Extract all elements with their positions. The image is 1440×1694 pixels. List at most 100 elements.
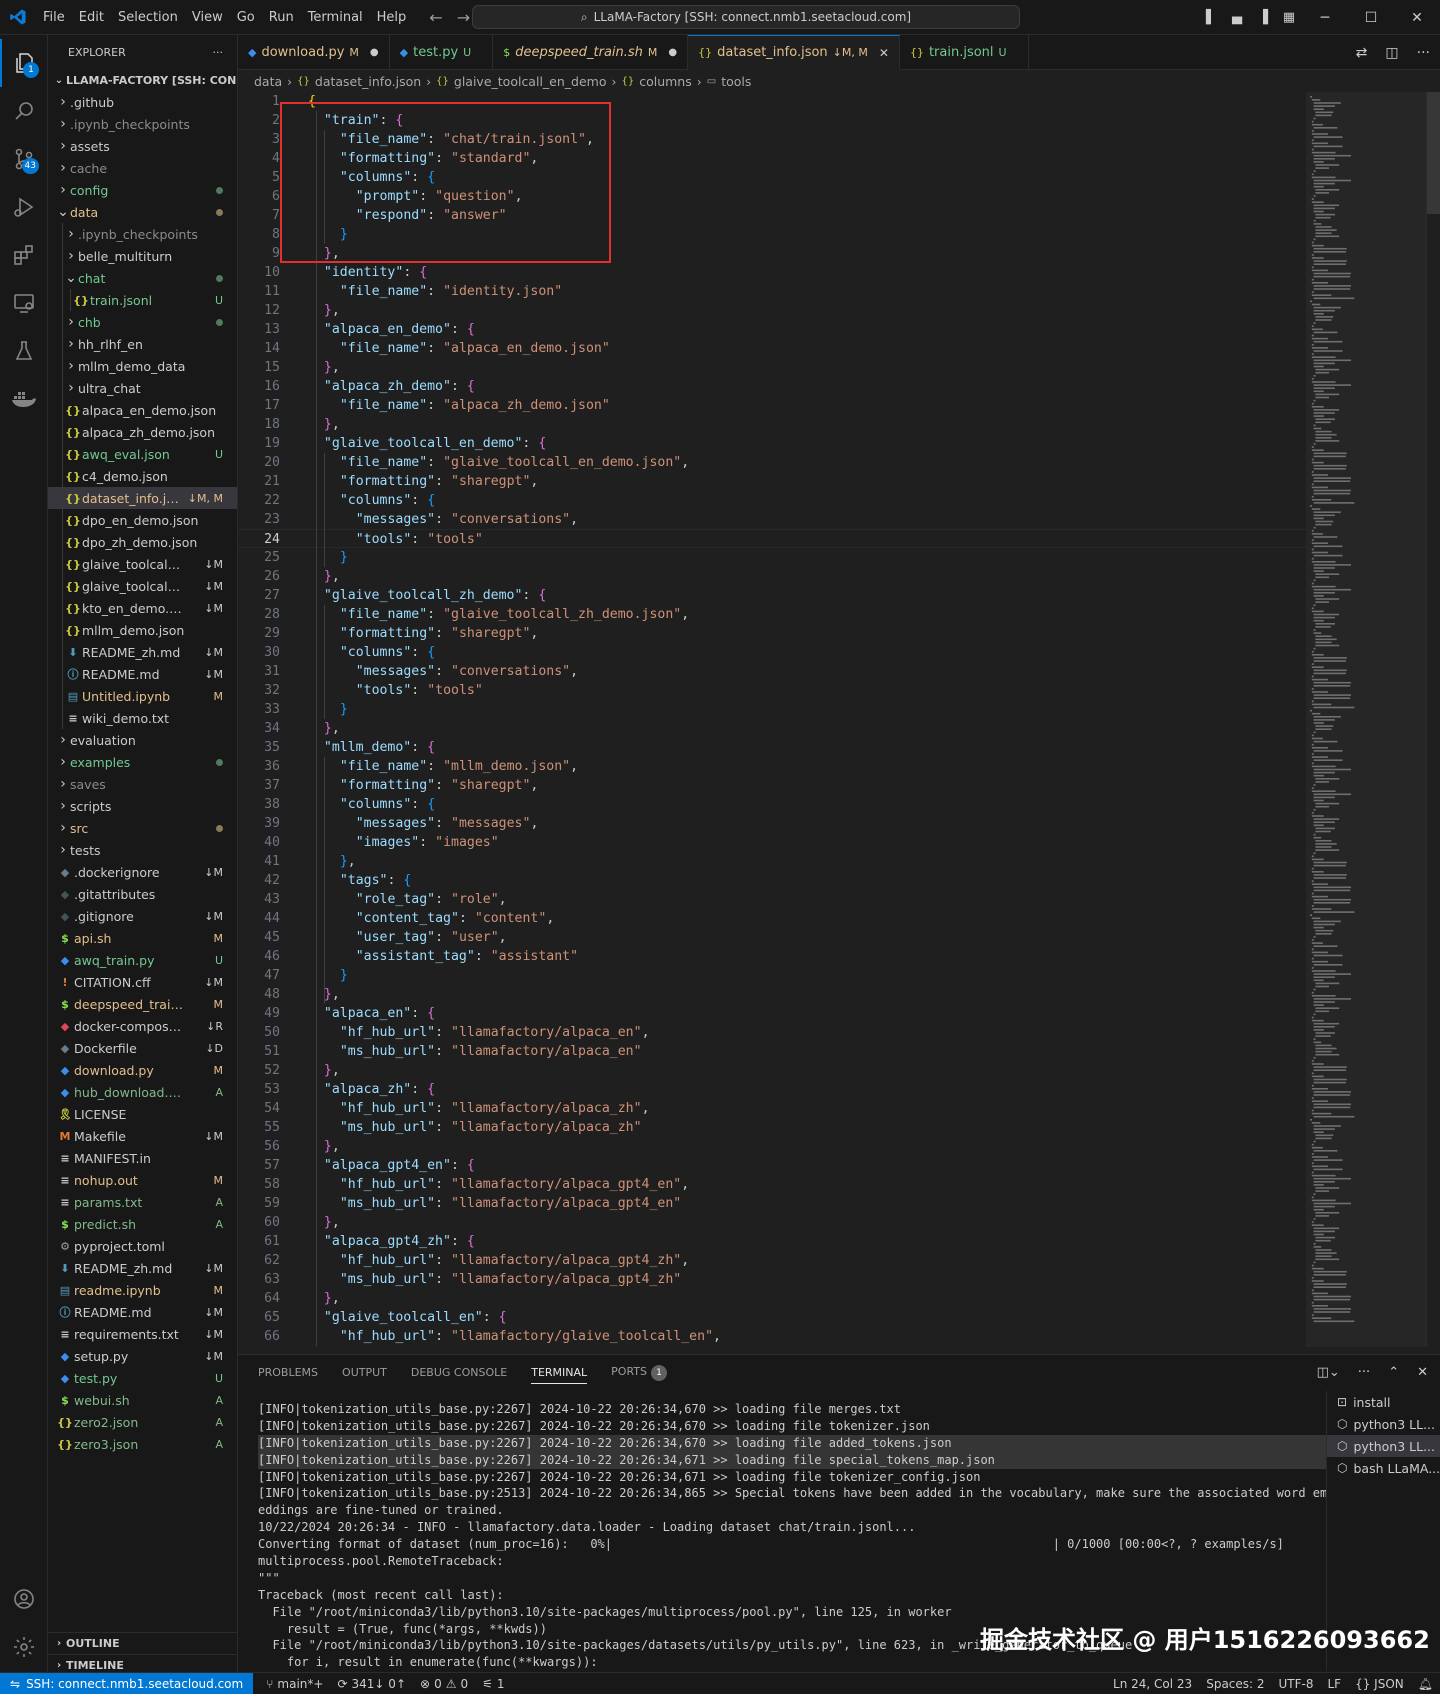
tree-folder[interactable]: › ultra_chat	[48, 377, 237, 399]
breadcrumb-item[interactable]: glaive_toolcall_en_demo	[454, 74, 607, 89]
more-actions-icon[interactable]: ···	[1417, 45, 1430, 61]
panel-tab-output[interactable]: OUTPUT	[342, 1366, 387, 1379]
tree-file[interactable]: {} alpaca_en_demo.json	[48, 399, 237, 421]
modified-dot-icon[interactable]: ●	[668, 47, 677, 58]
workspace-root[interactable]: ⌄ LLAMA-FACTORY [SSH: CONN...	[48, 69, 237, 91]
tree-folder[interactable]: › .github	[48, 91, 237, 113]
tree-file[interactable]: ◆ setup.py ↓M	[48, 1345, 237, 1367]
more-actions-icon[interactable]: ···	[1358, 1365, 1370, 1380]
menu-item-help[interactable]: Help	[370, 0, 414, 35]
tree-file[interactable]: 🎗︎ LICENSE	[48, 1103, 237, 1125]
remote-explorer-icon[interactable]	[0, 279, 48, 327]
tree-file[interactable]: ≡ MANIFEST.in	[48, 1147, 237, 1169]
tab-train-jsonl[interactable]: {} train.jsonl U	[900, 35, 1029, 70]
tree-file[interactable]: ◆ test.py U	[48, 1367, 237, 1389]
panel-tab-problems[interactable]: PROBLEMS	[258, 1366, 318, 1379]
breadcrumb-item[interactable]: data	[254, 74, 282, 89]
tree-file[interactable]: $ webui.sh A	[48, 1389, 237, 1411]
docker-icon[interactable]	[0, 375, 48, 423]
toggle-primary-sidebar-icon[interactable]: ▌	[1198, 0, 1224, 35]
tree-folder[interactable]: › belle_multiturn	[48, 245, 237, 267]
terminal-instance[interactable]: ⬡ python3 LL...	[1327, 1435, 1440, 1457]
tree-file[interactable]: $ api.sh M	[48, 927, 237, 949]
editor-scrollbar-thumb[interactable]	[1427, 92, 1440, 214]
tree-file[interactable]: {} awq_eval.json U	[48, 443, 237, 465]
tree-file[interactable]: ⬇ README_zh.md ↓M	[48, 1257, 237, 1279]
forward-arrow-icon[interactable]: →	[457, 8, 470, 27]
tree-file[interactable]: ◆ docker-compose.yml ↓R	[48, 1015, 237, 1037]
tree-file[interactable]: ≡ params.txt A	[48, 1191, 237, 1213]
tree-file[interactable]: ≡ requirements.txt ↓M	[48, 1323, 237, 1345]
tree-file[interactable]: ◆ download.py M	[48, 1059, 237, 1081]
terminal-instance[interactable]: ⬡ python3 LL...	[1327, 1413, 1440, 1435]
extensions-icon[interactable]	[0, 231, 48, 279]
search-view-icon[interactable]	[0, 87, 48, 135]
tree-file[interactable]: ◆ awq_train.py U	[48, 949, 237, 971]
panel-tab-debug-console[interactable]: DEBUG CONSOLE	[411, 1366, 507, 1379]
close-panel-icon[interactable]: ✕	[1417, 1365, 1428, 1380]
tree-file[interactable]: ◆ Dockerfile ↓D	[48, 1037, 237, 1059]
tree-folder[interactable]: › examples	[48, 751, 237, 773]
menu-item-file[interactable]: File	[36, 0, 72, 35]
tree-file[interactable]: {}glaive_toolcall_zh... ↓M	[48, 575, 237, 597]
tree-file[interactable]: ◆ .dockerignore ↓M	[48, 861, 237, 883]
tree-file[interactable]: ▤ Untitled.ipynb M	[48, 685, 237, 707]
tree-folder[interactable]: › scripts	[48, 795, 237, 817]
open-changes-icon[interactable]: ⇄	[1356, 45, 1368, 61]
tree-file[interactable]: ◆ .gitattributes	[48, 883, 237, 905]
tree-folder[interactable]: ⌄ data	[48, 201, 237, 223]
new-terminal-split-icon[interactable]: ◫⌄	[1317, 1365, 1340, 1380]
panel-tab-terminal[interactable]: TERMINAL	[531, 1366, 588, 1384]
tree-file[interactable]: {} zero2.json A	[48, 1411, 237, 1433]
maximize-button[interactable]: ☐	[1348, 0, 1394, 35]
tree-file[interactable]: {} train.jsonl U	[48, 289, 237, 311]
menu-item-go[interactable]: Go	[230, 0, 262, 35]
close-tab-icon[interactable]: ✕	[879, 46, 889, 60]
tree-file[interactable]: {} dataset_info.js... ↓M, M	[48, 487, 237, 509]
tree-file[interactable]: ◆ hub_download.py A	[48, 1081, 237, 1103]
customize-layout-icon[interactable]: ▦	[1276, 0, 1302, 35]
tree-folder[interactable]: › saves	[48, 773, 237, 795]
tree-file[interactable]: ▤ readme.ipynb M	[48, 1279, 237, 1301]
sync-status[interactable]: ⟳ 341↓ 0↑	[330, 1677, 413, 1691]
outline-section[interactable]: › OUTLINE	[48, 1632, 237, 1654]
tree-file[interactable]: {} dpo_en_demo.json	[48, 509, 237, 531]
cursor-position[interactable]: Ln 24, Col 23	[1106, 1677, 1199, 1691]
close-window-button[interactable]: ✕	[1394, 0, 1440, 35]
tree-file[interactable]: ⓘ README.md ↓M	[48, 663, 237, 685]
tree-file[interactable]: ≡ nohup.out M	[48, 1169, 237, 1191]
toggle-secondary-sidebar-icon[interactable]: ▐	[1250, 0, 1276, 35]
maximize-panel-icon[interactable]: ⌃	[1388, 1365, 1399, 1380]
tab-dataset-info-json[interactable]: {} dataset_info.json ↓M, M ✕	[688, 35, 900, 70]
tree-folder[interactable]: ⌄ chat	[48, 267, 237, 289]
source-control-icon[interactable]: 43	[0, 135, 48, 183]
explorer-icon[interactable]: 1	[0, 39, 48, 87]
tree-file[interactable]: {} dpo_zh_demo.json	[48, 531, 237, 553]
tree-folder[interactable]: › tests	[48, 839, 237, 861]
tree-file[interactable]: {} alpaca_zh_demo.json	[48, 421, 237, 443]
minimize-button[interactable]: ─	[1302, 0, 1348, 35]
tree-file[interactable]: M Makefile ↓M	[48, 1125, 237, 1147]
tree-file[interactable]: ! CITATION.cff ↓M	[48, 971, 237, 993]
problems-status[interactable]: ⊗ 0 ⚠ 0	[413, 1677, 475, 1691]
tree-file[interactable]: {} mllm_demo.json	[48, 619, 237, 641]
manage-gear-icon[interactable]	[0, 1623, 48, 1671]
modified-dot-icon[interactable]: ●	[370, 47, 379, 58]
end-of-line[interactable]: LF	[1321, 1677, 1349, 1691]
tree-folder[interactable]: › mllm_demo_data	[48, 355, 237, 377]
split-editor-icon[interactable]: ◫	[1385, 45, 1398, 61]
panel-tab-ports[interactable]: PORTS 1	[611, 1364, 667, 1381]
tree-file[interactable]: ⓘ README.md ↓M	[48, 1301, 237, 1323]
menu-item-run[interactable]: Run	[262, 0, 301, 35]
tree-folder[interactable]: › hh_rlhf_en	[48, 333, 237, 355]
breadcrumb-item[interactable]: tools	[721, 74, 751, 89]
tab-download-py[interactable]: ◆ download.py M ●	[238, 35, 390, 70]
tab-test-py[interactable]: ◆ test.py U	[390, 35, 494, 70]
ports-status[interactable]: ⚟ 1	[475, 1677, 511, 1691]
code-editor[interactable]: 1{2 "train": {3 "file_name": "chat/train…	[238, 92, 1440, 1347]
tree-folder[interactable]: › .ipynb_checkpoints	[48, 223, 237, 245]
tree-folder[interactable]: › evaluation	[48, 729, 237, 751]
tree-file[interactable]: ≡ wiki_demo.txt	[48, 707, 237, 729]
tab-deepspeed-train-sh[interactable]: $ deepspeed_train.sh M ●	[493, 35, 689, 70]
breadcrumb-item[interactable]: dataset_info.json	[315, 74, 421, 89]
